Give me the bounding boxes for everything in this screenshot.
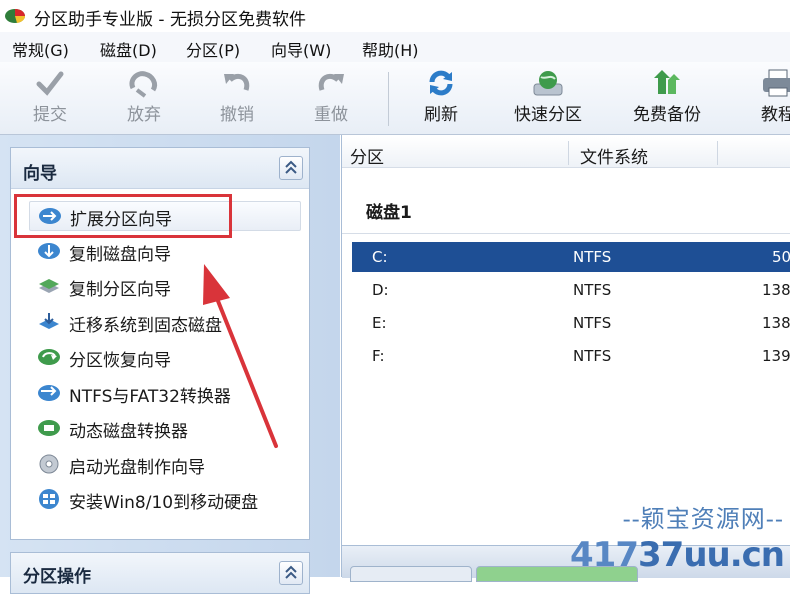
- left-sidebar: 向导 扩展分区向导 复制磁盘向导 复制分区向导 迁移系统到固态磁盘 分区恢复向导…: [0, 135, 340, 594]
- wizard-item-label: 安装Win8/10到移动硬盘: [69, 493, 259, 513]
- discard-icon: [129, 71, 158, 98]
- wizard-item-boot-disk-creator[interactable]: 启动光盘制作向导: [29, 450, 299, 478]
- copy-disk-icon: [38, 243, 60, 259]
- undo-label: 撤销: [220, 105, 254, 125]
- converter-icon: [38, 385, 60, 401]
- undo-button[interactable]: 撤销: [197, 68, 277, 130]
- toolbar: 提交 放弃 撤销 重做 刷新 快速分区 免费备份 教程: [0, 62, 790, 135]
- column-header-filesystem[interactable]: 文件系统: [580, 143, 648, 168]
- menu-partition[interactable]: 分区(P): [186, 37, 240, 61]
- filesystem-cell: NTFS: [573, 314, 612, 332]
- wizard-item-migrate-os[interactable]: 迁移系统到固态磁盘: [29, 308, 299, 336]
- partition-cell: E:: [372, 314, 387, 332]
- wizard-item-label: NTFS与FAT32转换器: [69, 387, 231, 407]
- windows-logo-icon: [39, 489, 59, 509]
- partition-table-header: 分区 文件系统: [342, 137, 790, 168]
- tutorial-label: 教程: [761, 105, 790, 125]
- disk-map-tab[interactable]: [350, 566, 472, 582]
- quick-partition-label: 快速分区: [514, 105, 582, 125]
- refresh-label: 刷新: [424, 105, 458, 125]
- size-cell: 50: [772, 248, 790, 266]
- wizard-item-copy-disk[interactable]: 复制磁盘向导: [29, 237, 299, 265]
- disk-divider: [342, 233, 790, 234]
- table-row[interactable]: D: NTFS 138: [352, 275, 790, 305]
- printer-icon: [763, 69, 790, 97]
- size-cell: 139: [762, 347, 790, 365]
- backup-icon: [654, 70, 680, 94]
- undo-icon: [224, 73, 250, 91]
- copy-partition-icon: [39, 279, 59, 293]
- discard-label: 放弃: [127, 105, 161, 125]
- wizard-item-label: 复制分区向导: [69, 280, 171, 300]
- partition-ops-panel-header[interactable]: 分区操作: [10, 552, 310, 594]
- wizard-item-extend-partition[interactable]: 扩展分区向导: [29, 201, 301, 231]
- wizard-item-install-to-usb[interactable]: 安装Win8/10到移动硬盘: [29, 485, 299, 513]
- collapse-wizard-button[interactable]: [279, 156, 303, 180]
- wizard-item-partition-recovery[interactable]: 分区恢复向导: [29, 343, 299, 371]
- globe-disk-icon: [533, 71, 563, 96]
- redo-label: 重做: [314, 105, 348, 125]
- submit-label: 提交: [33, 105, 67, 125]
- wizard-item-label: 分区恢复向导: [69, 351, 171, 371]
- menu-help[interactable]: 帮助(H): [362, 37, 419, 61]
- free-backup-label: 免费备份: [633, 105, 701, 125]
- table-row[interactable]: C: NTFS 50: [352, 242, 790, 272]
- title-bar: 分区助手专业版 - 无损分区免费软件: [0, 0, 790, 32]
- table-row[interactable]: F: NTFS 139: [352, 341, 790, 371]
- size-cell: 138: [762, 281, 790, 299]
- app-logo-icon: [5, 9, 26, 23]
- wizard-item-ntfs-fat32-converter[interactable]: NTFS与FAT32转换器: [29, 379, 299, 407]
- wizard-panel: 向导 扩展分区向导 复制磁盘向导 复制分区向导 迁移系统到固态磁盘 分区恢复向导…: [10, 147, 310, 540]
- wizard-panel-title: 向导: [23, 164, 57, 184]
- redo-icon: [318, 73, 344, 91]
- toolbar-separator: [388, 72, 389, 126]
- filesystem-cell: NTFS: [573, 347, 612, 365]
- wizard-item-label: 扩展分区向导: [70, 210, 172, 230]
- partition-recovery-icon: [38, 349, 60, 365]
- menu-bar: 常规(G) 磁盘(D) 分区(P) 向导(W) 帮助(H): [0, 32, 790, 62]
- dynamic-disk-icon: [38, 420, 60, 436]
- column-divider[interactable]: [717, 141, 718, 165]
- partition-list-panel: 分区 文件系统 磁盘1 C: NTFS 50 D: NTFS 138 E: NT…: [341, 135, 790, 582]
- menu-disk[interactable]: 磁盘(D): [100, 37, 157, 61]
- menu-wizard[interactable]: 向导(W): [271, 37, 331, 61]
- chevron-up-icon: [285, 565, 297, 579]
- collapse-partition-ops-button[interactable]: [279, 561, 303, 585]
- partition-cell: D:: [372, 281, 389, 299]
- disk-map-strip: [342, 545, 790, 582]
- table-row[interactable]: E: NTFS 138: [352, 308, 790, 338]
- partition-cell: F:: [372, 347, 385, 365]
- free-backup-button[interactable]: 免费备份: [627, 68, 707, 130]
- filesystem-cell: NTFS: [573, 281, 612, 299]
- partition-cell: C:: [372, 248, 388, 266]
- wizard-item-label: 动态磁盘转换器: [69, 422, 188, 442]
- refresh-button[interactable]: 刷新: [401, 68, 481, 130]
- wizard-panel-header: 向导: [11, 148, 309, 189]
- discard-button[interactable]: 放弃: [104, 68, 184, 130]
- partition-ops-title: 分区操作: [23, 567, 91, 587]
- submit-button[interactable]: 提交: [10, 68, 90, 130]
- wizard-item-label: 迁移系统到固态磁盘: [69, 316, 222, 336]
- migrate-os-icon: [39, 313, 59, 329]
- refresh-icon: [429, 70, 453, 96]
- column-header-partition[interactable]: 分区: [350, 143, 384, 168]
- boot-disc-icon: [39, 454, 59, 474]
- redo-button[interactable]: 重做: [291, 68, 371, 130]
- chevron-up-icon: [285, 160, 297, 174]
- checkmark-icon: [36, 71, 64, 96]
- tutorial-button[interactable]: 教程: [738, 68, 790, 130]
- disk-label: 磁盘1: [366, 203, 412, 223]
- wizard-item-label: 启动光盘制作向导: [69, 458, 205, 478]
- quick-partition-button[interactable]: 快速分区: [508, 68, 588, 130]
- filesystem-cell: NTFS: [573, 248, 612, 266]
- column-divider[interactable]: [568, 141, 569, 165]
- wizard-item-copy-partition[interactable]: 复制分区向导: [29, 272, 299, 300]
- wizard-item-label: 复制磁盘向导: [69, 245, 171, 265]
- extend-partition-icon: [39, 208, 61, 224]
- menu-general[interactable]: 常规(G): [12, 37, 69, 61]
- window-title: 分区助手专业版 - 无损分区免费软件: [34, 10, 306, 30]
- disk-map-bar[interactable]: [476, 566, 638, 582]
- wizard-item-dynamic-disk-converter[interactable]: 动态磁盘转换器: [29, 414, 299, 442]
- size-cell: 138: [762, 314, 790, 332]
